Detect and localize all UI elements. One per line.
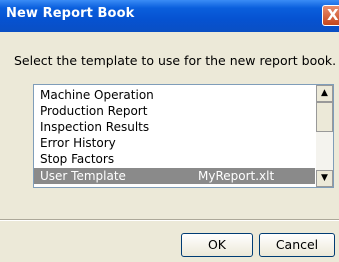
separator-line — [0, 219, 339, 221]
template-item-error-history[interactable]: Error History — [34, 135, 317, 151]
template-file: MyReport.xlt — [198, 169, 275, 183]
vertical-scrollbar[interactable]: ▲ ▼ — [315, 85, 333, 187]
window-title: New Report Book — [6, 6, 135, 21]
template-label: Stop Factors — [40, 152, 115, 166]
close-button[interactable]: X — [322, 5, 339, 26]
template-label: Production Report — [40, 104, 148, 118]
ok-button[interactable]: OK — [181, 233, 253, 257]
template-listbox[interactable]: Machine Operation Production Report Insp… — [33, 84, 334, 188]
new-report-book-dialog: New Report Book X Select the template to… — [0, 0, 339, 262]
template-label: Machine Operation — [40, 88, 154, 102]
cancel-button[interactable]: Cancel — [259, 233, 335, 257]
template-item-user-template[interactable]: User Template MyReport.xlt — [34, 168, 317, 184]
arrow-down-icon: ▼ — [321, 173, 328, 183]
template-label: Inspection Results — [40, 120, 150, 134]
instruction-text: Select the template to use for the new r… — [14, 53, 337, 68]
template-item-inspection-results[interactable]: Inspection Results — [34, 119, 317, 135]
scroll-down-button[interactable]: ▼ — [316, 170, 333, 187]
template-item-production-report[interactable]: Production Report — [34, 103, 317, 119]
template-item-machine-operation[interactable]: Machine Operation — [34, 87, 317, 103]
scroll-up-button[interactable]: ▲ — [316, 85, 333, 102]
title-bar[interactable]: New Report Book X — [0, 0, 339, 32]
template-label: Error History — [40, 136, 116, 150]
template-label: User Template — [40, 169, 126, 183]
arrow-up-icon: ▲ — [321, 88, 328, 98]
scroll-thumb[interactable] — [316, 102, 333, 132]
template-item-stop-factors[interactable]: Stop Factors — [34, 151, 317, 167]
close-icon: X — [327, 6, 339, 24]
